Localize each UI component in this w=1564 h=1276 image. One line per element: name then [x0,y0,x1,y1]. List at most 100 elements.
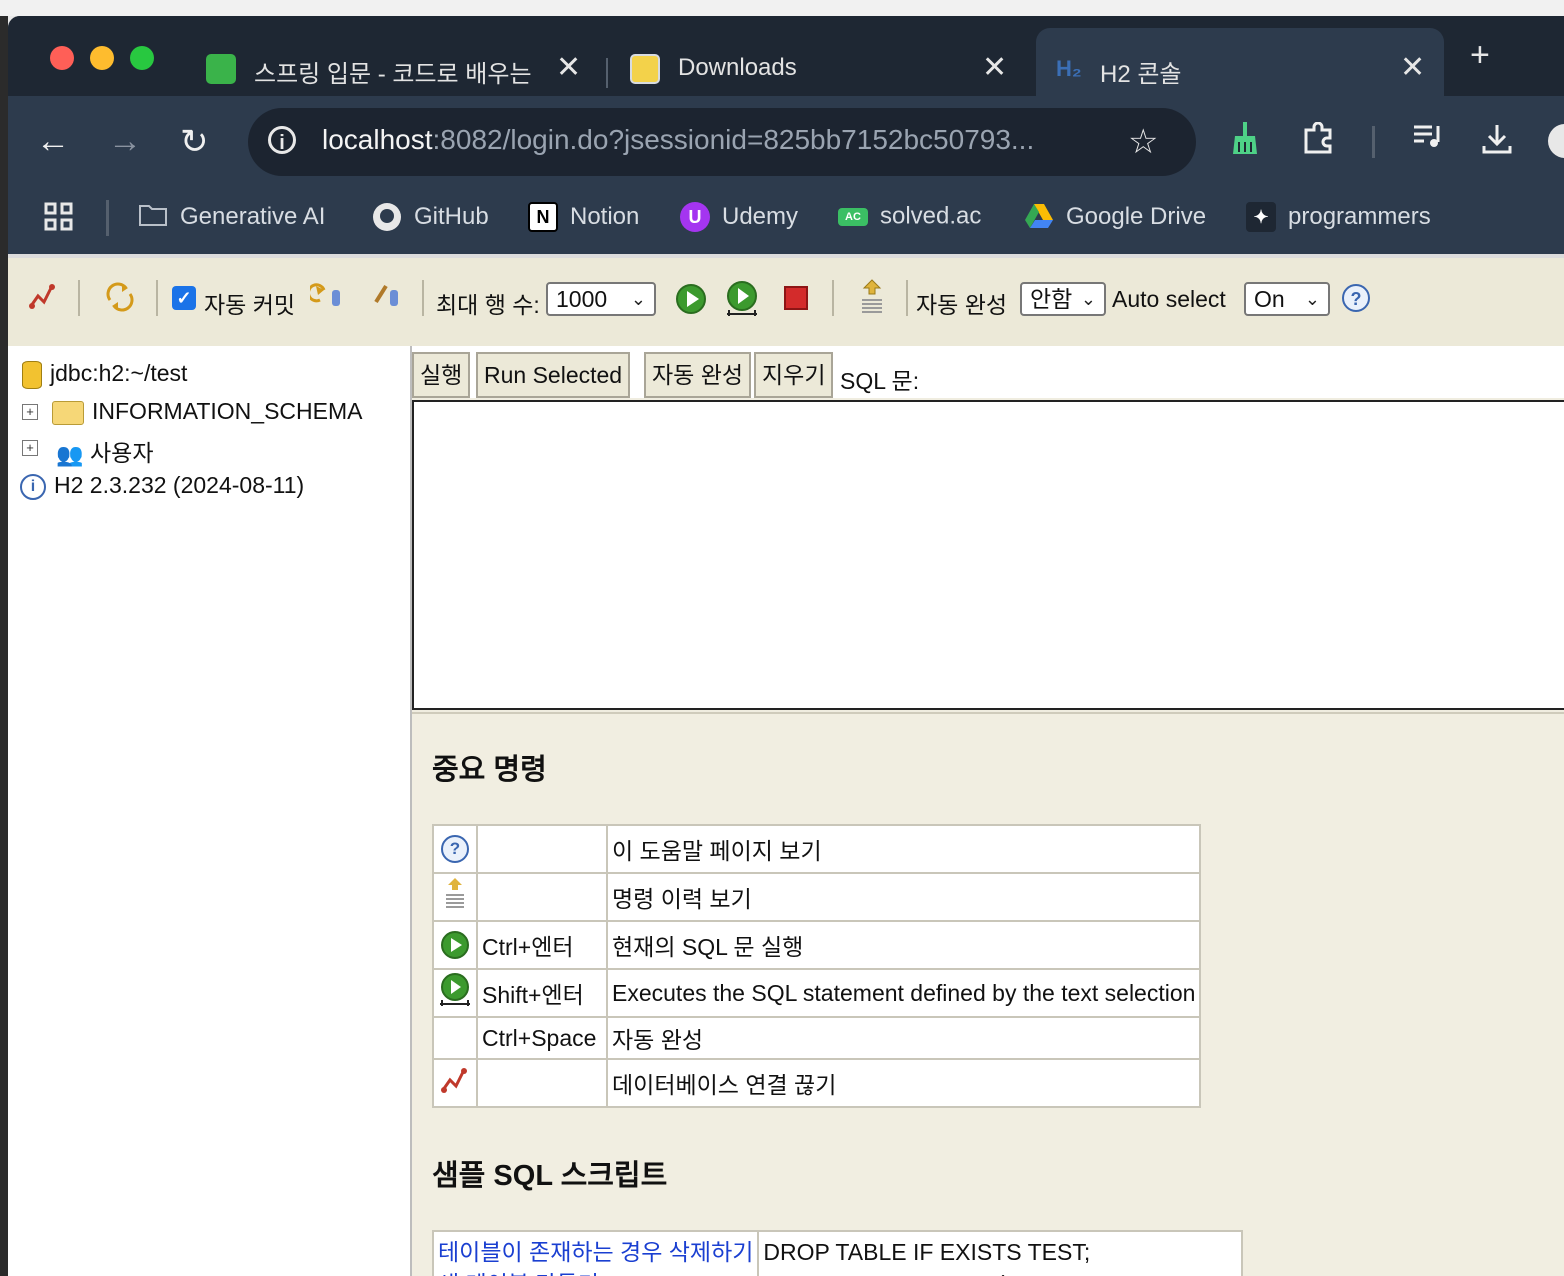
sample-link-create-table[interactable]: 새 테이블 만들기 [438,1268,753,1276]
bookmark-label: Udemy [722,203,799,230]
autocommit-label: 자동 커밋 [204,292,296,318]
table-row: Shift+엔터 Executes the SQL statement defi… [432,968,1202,1018]
table-row: 데이터베이스 연결 끊기 [432,1058,1202,1108]
url-text[interactable]: localhost:8082/login.do?jsessionid=825bb… [322,124,1122,156]
tree-node-label: INFORMATION_SCHEMA [92,398,363,424]
cell-desc: 이 도움말 페이지 보기 [605,824,1202,874]
sql-statement-label: SQL 문: [840,368,920,394]
run-selected-button[interactable]: Run Selected [476,352,631,398]
help-panel: 중요 명령 ? 이 도움말 페이지 보기 명령 이력 보기 Ctrl+엔터 현재… [412,712,1564,1276]
tab-downloads[interactable]: Downloads ✕ [630,28,1010,96]
close-icon[interactable]: ✕ [1400,50,1425,85]
google-drive-icon [1024,202,1054,232]
tree-connection[interactable]: jdbc:h2:~/test [22,360,187,389]
tree-information-schema[interactable]: INFORMATION_SCHEMA [52,398,362,425]
new-tab-button[interactable]: + [1470,36,1490,75]
cell-icon [432,1016,478,1060]
users-icon: 👥 [56,441,84,467]
back-arrow-icon[interactable]: ← [36,122,70,161]
run-selected-icon[interactable] [724,280,760,325]
expand-icon[interactable]: + [22,404,38,420]
close-icon[interactable]: ✕ [556,50,581,85]
bookmark-generative-ai[interactable]: Generative AI [138,202,325,232]
reload-icon[interactable]: ↻ [180,122,209,162]
autocommit-checkbox[interactable]: ✓ [172,286,196,310]
close-icon[interactable]: ✕ [982,50,1007,85]
important-commands-heading: 중요 명령 [432,754,547,786]
tab-spring-course[interactable]: 스프링 입문 - 코드로 배우는 스 ✕ [206,28,586,96]
bookmark-solvedac[interactable]: AC solved.ac [838,202,981,231]
connection-label: jdbc:h2:~/test [50,360,188,386]
autoselect-select[interactable]: On ⌄ [1244,282,1330,316]
minimize-window-button[interactable] [90,46,114,70]
bookmark-udemy[interactable]: U Udemy [680,202,798,232]
history-icon[interactable] [858,278,886,323]
autocomplete-select[interactable]: 안함 ⌄ [1020,282,1106,316]
broom-extension-icon[interactable] [1230,122,1260,164]
tab-title: Downloads [678,54,797,81]
cell-keys [476,824,608,874]
media-controls-icon[interactable] [1412,122,1446,160]
bookmarks-bar: Generative AI GitHub N Notion U Udemy AC so… [8,188,1564,254]
close-window-button[interactable] [50,46,74,70]
rollback-icon[interactable] [307,282,344,317]
bookmark-github[interactable]: GitHub [372,202,489,232]
cell-keys: Ctrl+엔터 [476,920,608,970]
run-selected-icon[interactable] [437,973,473,1013]
autocomplete-label: 자동 완성 [916,292,1008,318]
autocomplete-button[interactable]: 자동 완성 [644,352,752,398]
bookmark-star-icon[interactable]: ☆ [1128,122,1158,162]
bookmark-notion[interactable]: N Notion [528,202,639,232]
h2-favicon: H₂ [1056,56,1082,81]
site-info-icon[interactable]: i [268,126,296,154]
sample-link-drop-table[interactable]: 테이블이 존재하는 경우 삭제하기 [438,1236,753,1268]
object-tree: jdbc:h2:~/test + INFORMATION_SCHEMA + 👥 사… [8,346,412,1276]
forward-arrow-icon[interactable]: → [108,122,142,161]
tab-strip: 스프링 입문 - 코드로 배우는 스 ✕ Downloads ✕ H₂ H2 콘… [8,16,1564,96]
programmers-icon: ✦ [1246,202,1276,232]
commands-table: ? 이 도움말 페이지 보기 명령 이력 보기 Ctrl+엔터 현재의 SQL … [432,824,1202,1108]
bookmark-google-drive[interactable]: Google Drive [1024,202,1206,232]
run-button[interactable]: 실행 [412,352,471,398]
help-icon[interactable]: ? [441,835,469,864]
cell-keys: Ctrl+Space [476,1016,608,1060]
help-icon[interactable]: ? [1342,284,1370,312]
profile-avatar[interactable] [1548,124,1564,158]
history-icon[interactable] [443,877,467,917]
stop-icon[interactable] [784,286,808,310]
tab-title: H2 콘솔 [1100,61,1182,88]
max-rows-value: 1000 [556,286,608,312]
expand-icon[interactable]: + [22,440,38,456]
notion-icon: N [528,202,558,232]
zoom-window-button[interactable] [130,46,154,70]
disconnect-icon[interactable] [28,282,58,317]
version-label: H2 2.3.232 (2024-08-11) [54,472,305,498]
cell-desc: 자동 완성 [605,1016,1202,1060]
bookmark-label: Notion [570,203,640,230]
sql-button-row: 실행 Run Selected 자동 완성 지우기 SQL 문: [412,346,1564,398]
extensions-puzzle-icon[interactable] [1302,121,1336,164]
address-bar[interactable]: i localhost:8082/login.do?jsessionid=825… [248,108,1196,176]
cell-keys: Shift+엔터 [476,968,608,1018]
apps-grid-icon[interactable] [44,202,74,240]
bookmark-programmers[interactable]: ✦ programmers [1246,202,1431,232]
bookmark-label: Google Drive [1066,203,1207,230]
refresh-icon[interactable] [104,282,136,319]
sample-code-line: CREATE TABLE TEST(ID INT PRIMARY KEY, [763,1268,1236,1276]
commit-icon[interactable] [372,282,404,317]
sample-code-cell: DROP TABLE IF EXISTS TEST; CREATE TABLE … [757,1230,1243,1276]
bookmark-label: GitHub [414,203,489,230]
clear-button[interactable]: 지우기 [754,352,834,398]
toolbar-divider [422,280,424,316]
tree-users[interactable]: 👥 사용자 [56,434,153,468]
disconnect-icon[interactable] [440,1066,470,1100]
run-icon[interactable] [441,931,469,960]
browser-toolbar: ← → ↻ i localhost:8082/login.do?jsession… [8,96,1564,188]
cell-desc: 데이터베이스 연결 끊기 [605,1058,1202,1108]
tab-h2-console[interactable]: H₂ H2 콘솔 ✕ [1036,28,1444,96]
download-icon[interactable] [1480,122,1514,164]
cell-icon [432,872,478,922]
sql-editor[interactable] [412,400,1564,710]
max-rows-select[interactable]: 1000 ⌄ [546,282,656,316]
run-icon[interactable] [676,284,706,314]
